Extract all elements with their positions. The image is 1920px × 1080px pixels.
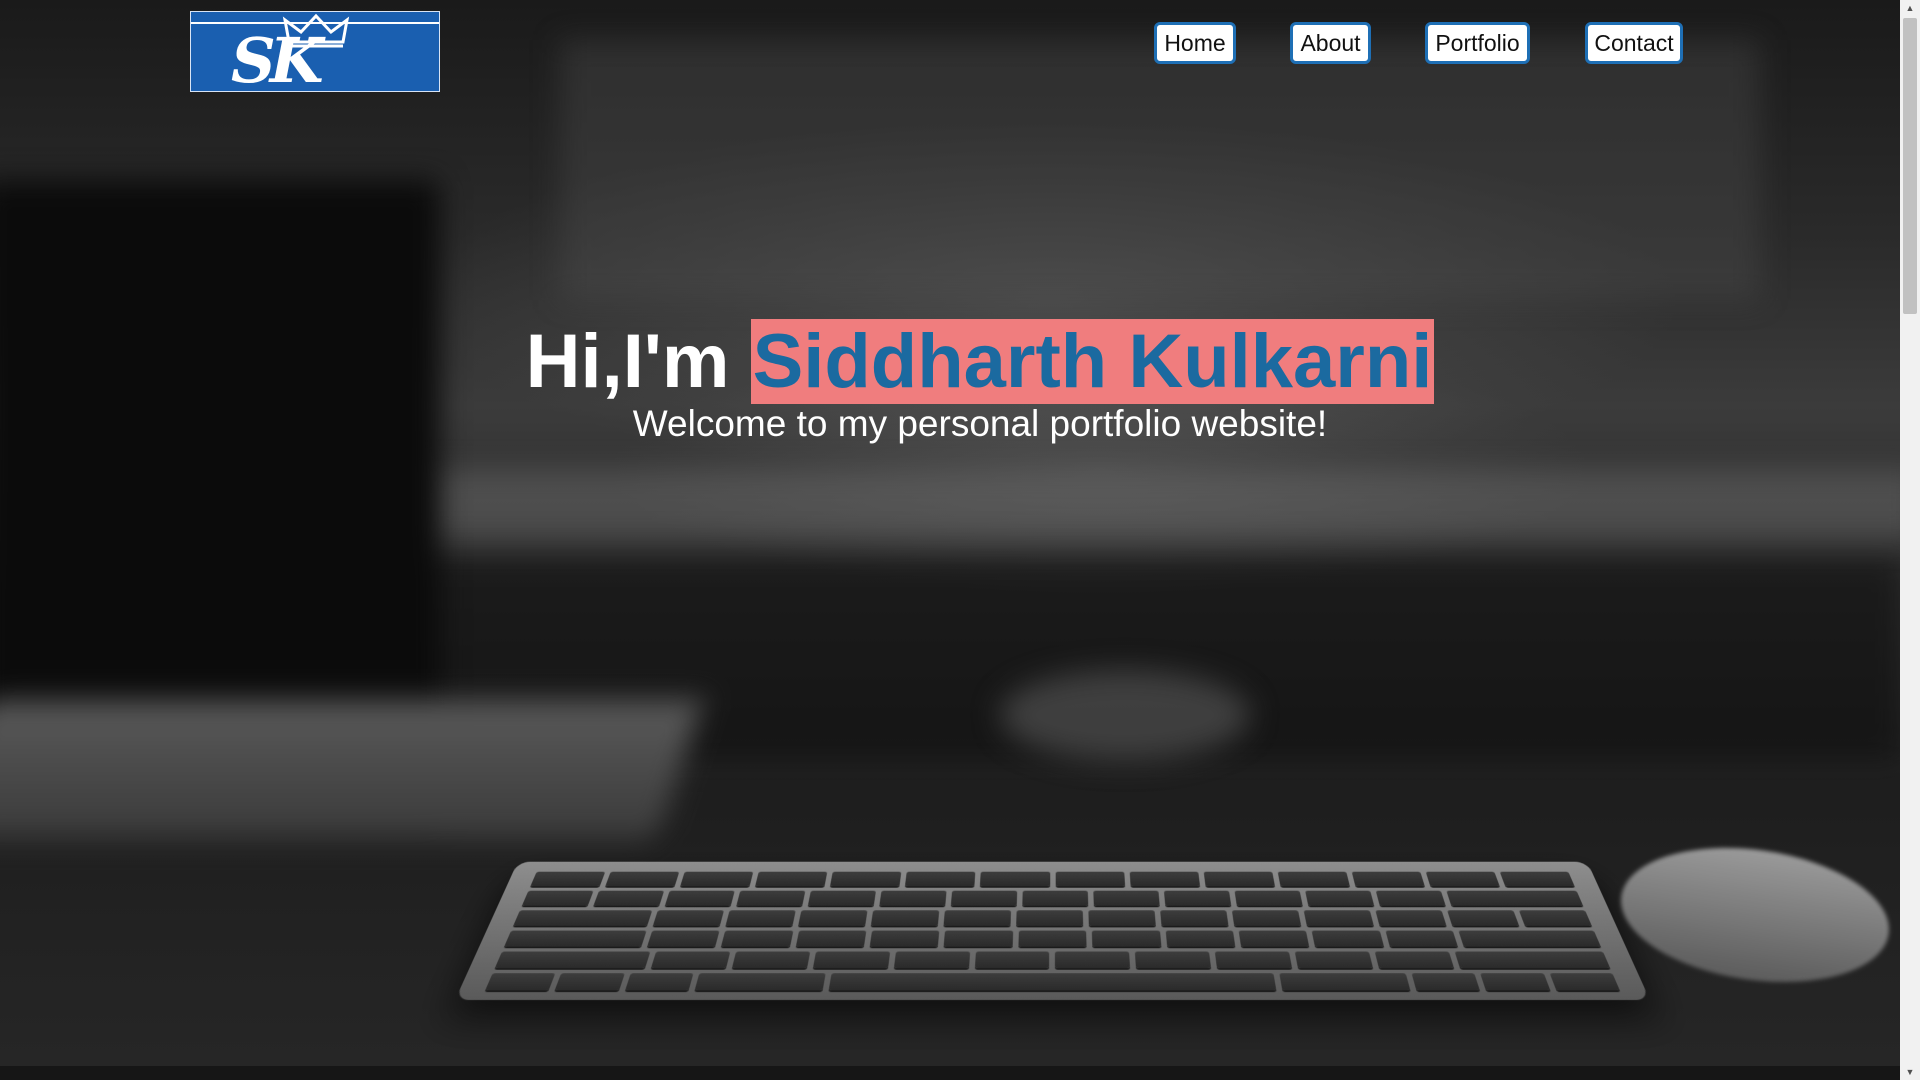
nav-about-button[interactable]: About <box>1290 22 1371 64</box>
page-bottom-edge <box>0 1066 1900 1080</box>
hero-greeting: Hi,I'm <box>525 319 751 404</box>
vertical-scrollbar[interactable]: ▲ ▼ <box>1900 0 1920 1080</box>
bg-laptop-base <box>0 700 703 840</box>
bg-shelf <box>420 470 1900 540</box>
hero-heading: Hi,I'm Siddharth Kulkarni <box>0 319 1900 404</box>
bg-mouse <box>1612 831 1898 999</box>
nav-home-button[interactable]: Home <box>1154 22 1236 64</box>
bg-window-glow <box>560 40 1760 300</box>
hero-background: SK Home About Portfolio Contact Hi,I'm S… <box>0 0 1900 1066</box>
triangle-up-icon[interactable]: ▲ <box>1900 0 1920 16</box>
hero-subtitle: Welcome to my personal portfolio website… <box>632 403 1328 444</box>
nav-contact-button[interactable]: Contact <box>1585 22 1683 64</box>
main-nav: Home About Portfolio Contact <box>0 22 1900 68</box>
bg-cup <box>1000 670 1250 760</box>
scrollbar-thumb[interactable] <box>1903 18 1917 314</box>
nav-portfolio-button[interactable]: Portfolio <box>1425 22 1530 64</box>
hero-name: Siddharth Kulkarni <box>750 319 1435 404</box>
bg-keyboard <box>455 861 1650 1000</box>
triangle-down-icon[interactable]: ▼ <box>1900 1064 1920 1080</box>
